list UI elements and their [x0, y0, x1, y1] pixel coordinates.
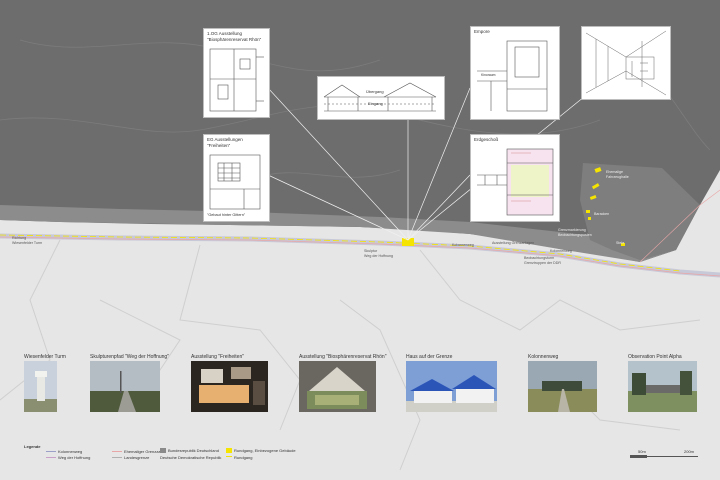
section-drawing [323, 82, 437, 112]
legend-landesgrenze: Landesgrenze [124, 455, 150, 460]
floorplan-drawing [477, 148, 554, 216]
panel-caption: "Gebaut hinter Gittern" [207, 213, 246, 217]
label-eingang: Eingang [368, 101, 383, 106]
panel-erdgeschoss-floorplan: Erdgeschoß [470, 134, 560, 222]
label-richtung: Richtung [12, 236, 27, 240]
panel-title: Empore [474, 29, 490, 34]
legend-ddr: Deutsche Demokratische Republik [160, 455, 222, 460]
label-skulptur: Skulptur [364, 249, 378, 253]
label-grenztruppen-ddr: Grenztruppen der DDR [524, 261, 561, 265]
photo-wiesenfelder-turm [24, 361, 57, 412]
photo-skulpturenpfad [90, 361, 160, 412]
legend-swatch-landesgrenze [112, 457, 122, 458]
legend-swatch-rundgang-gebaeude [226, 448, 232, 453]
panel-empore-floorplan: Empore Kinoraum [470, 26, 560, 120]
legend-swatch-rundgang [226, 456, 232, 457]
legend-brd: Bundesrepublik Deutschland [168, 448, 219, 453]
label-stele: Stele [616, 241, 625, 245]
perspective-drawing [585, 30, 667, 96]
panel-section-drawing: Übergang Eingang [317, 76, 445, 120]
label-uebergang: Übergang [366, 89, 384, 94]
photo-ausstellung-biosphaere [299, 361, 376, 412]
photo-observation-point-alpha [628, 361, 697, 412]
label-ehemalige: Ehemalige [606, 170, 623, 174]
photo-caption: Wiesenfelder Turm [24, 354, 66, 360]
photo-caption: Skulpturenpfad "Weg der Hoffnung" [90, 354, 169, 360]
label-kolonnenweg-a: Kolonnenweg [452, 243, 474, 247]
label-kolonnenweg-b: Kolonnenweg [550, 249, 572, 253]
photo-caption: Ausstellung "Freiheiten" [191, 354, 245, 360]
legend-swatch-brd [160, 448, 166, 453]
panel-title: Erdgeschoß [474, 137, 499, 142]
photo-caption: Kolonnenweg [528, 354, 559, 360]
photo-kolonnenweg [528, 361, 597, 412]
legend-kolonnenweg: Kolonnenweg [58, 449, 83, 454]
label-fahrzeughalle: Fahrzeughalle [606, 175, 629, 179]
label-ausstellung-grenzanlagen: Ausstellung Grenzanlagen [492, 241, 535, 245]
legend-title: Legende [24, 444, 41, 449]
legend-grenzzaun: Ehemaliger Grenzzaun [124, 449, 165, 454]
panel-subtitle: "Freiheiten" [207, 143, 231, 148]
label-beobachtungsturm: Beobachtungsturm [524, 256, 555, 260]
scale-bar-segment [630, 455, 647, 458]
label-kinoraum: Kinoraum [481, 73, 496, 77]
label-weg-der-hoffnung: Weg der Hoffnung [364, 254, 394, 258]
label-grenzmarkierung: Grenzmarkierung [558, 228, 586, 232]
label-wiesenfelder-turm: Wiesenfelder Turm [12, 241, 43, 245]
photo-haus-auf-der-grenze [406, 361, 497, 412]
legend-swatch-weg-hoffnung [46, 457, 56, 458]
legend-rundgang-gebaeude: Rundgang, Einbezogene Gebäude [234, 448, 296, 453]
panel-perspective [581, 26, 671, 100]
label-baracken: Baracken [594, 212, 610, 216]
label-beobachtungsposten: Beobachtungsposten [558, 233, 592, 237]
photo-caption: Observation Point Alpha [628, 354, 682, 360]
scale-label-200m: 200m [684, 449, 695, 454]
legend-swatch-grenzzaun [112, 451, 122, 452]
legend-rundgang: Rundgang [234, 455, 253, 460]
photo-caption: Haus auf der Grenze [406, 354, 453, 360]
photo-ausstellung-freiheiten [191, 361, 268, 412]
panel-eg-floorplan: EG Ausstellungen "Freiheiten" "Gebaut hi… [203, 134, 270, 222]
legend-swatch-kolonnenweg [46, 451, 56, 452]
legend-weg-der-hoffnung: Weg der Hoffnung [58, 455, 91, 460]
panel-og-floorplan: 1.OG Ausstellung "Biosphärenreservat Rhö… [203, 28, 270, 118]
panel-subtitle: "Biosphärenreservat Rhön" [207, 37, 262, 42]
scale-label-50m: 50m [638, 449, 646, 454]
photo-caption: Ausstellung "Biosphärenreservat Rhön" [299, 354, 387, 360]
